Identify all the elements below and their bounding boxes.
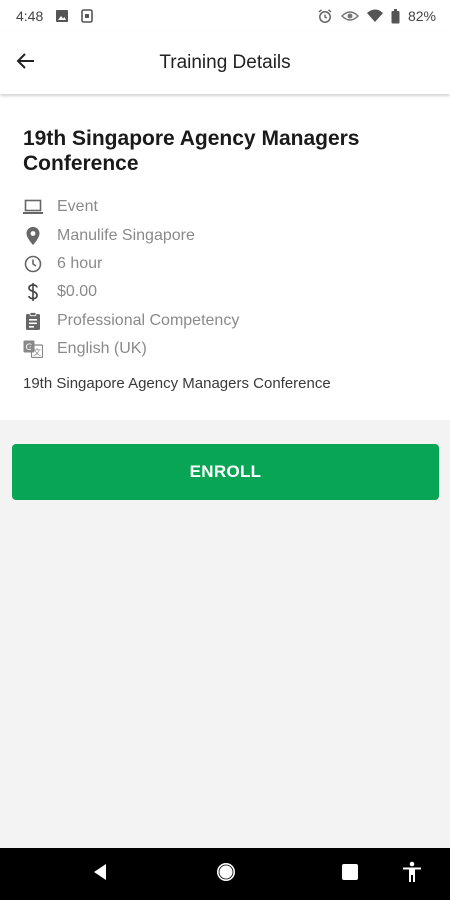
eye-icon [340,9,359,23]
status-bar: 4:48 82% [0,0,450,32]
info-type-text: Event [57,198,98,216]
info-row-type: Event [23,193,427,221]
status-left: 4:48 [16,8,94,24]
nav-back-button[interactable] [88,862,112,886]
info-row-category: Professional Competency [23,307,427,335]
image-icon [55,9,69,23]
back-button[interactable] [8,45,44,81]
clipboard-icon [23,311,43,331]
alarm-icon [317,8,333,24]
info-row-duration: 6 hour [23,250,427,278]
info-duration-text: 6 hour [57,254,103,272]
info-language-text: English (UK) [57,340,147,358]
status-right: 82% [317,8,436,24]
enroll-button[interactable]: ENROLL [12,444,439,500]
arrow-left-icon [16,51,36,76]
sim-icon [81,9,94,23]
info-row-location: Manulife Singapore [23,221,427,249]
wifi-icon [366,9,383,23]
info-row-price: $0.00 [23,278,427,306]
svg-text:文: 文 [33,347,41,357]
back-triangle-icon [91,863,109,886]
laptop-icon [23,197,43,217]
app-bar: Training Details [0,32,450,94]
home-circle-icon [215,861,237,888]
battery-icon [391,8,400,24]
training-details-card: 19th Singapore Agency Managers Conferenc… [0,94,450,420]
accessibility-icon [401,861,423,888]
recents-square-icon [341,863,359,886]
course-info-list: Event Manulife Singapore 6 hour $0.00 Pr… [23,193,427,363]
course-title: 19th Singapore Agency Managers Conferenc… [23,127,360,175]
clock-icon [23,254,43,274]
location-pin-icon [23,226,43,246]
nav-accessibility-button[interactable] [400,861,424,888]
translate-icon: G文 [23,339,43,359]
system-nav-bar [0,848,450,900]
page-title: Training Details [159,52,291,73]
info-price-text: $0.00 [57,283,98,301]
info-row-language: G文 English (UK) [23,335,427,363]
course-description: 19th Singapore Agency Managers Conferenc… [23,375,331,393]
dollar-icon [23,282,43,302]
status-time: 4:48 [16,8,44,24]
screen: 4:48 82% Training Details 19th Singapore… [0,0,450,900]
battery-percent: 82% [407,8,436,24]
info-category-text: Professional Competency [57,311,240,329]
nav-home-button[interactable] [214,862,238,886]
info-location-text: Manulife Singapore [57,226,195,244]
nav-recents-button[interactable] [338,862,362,886]
